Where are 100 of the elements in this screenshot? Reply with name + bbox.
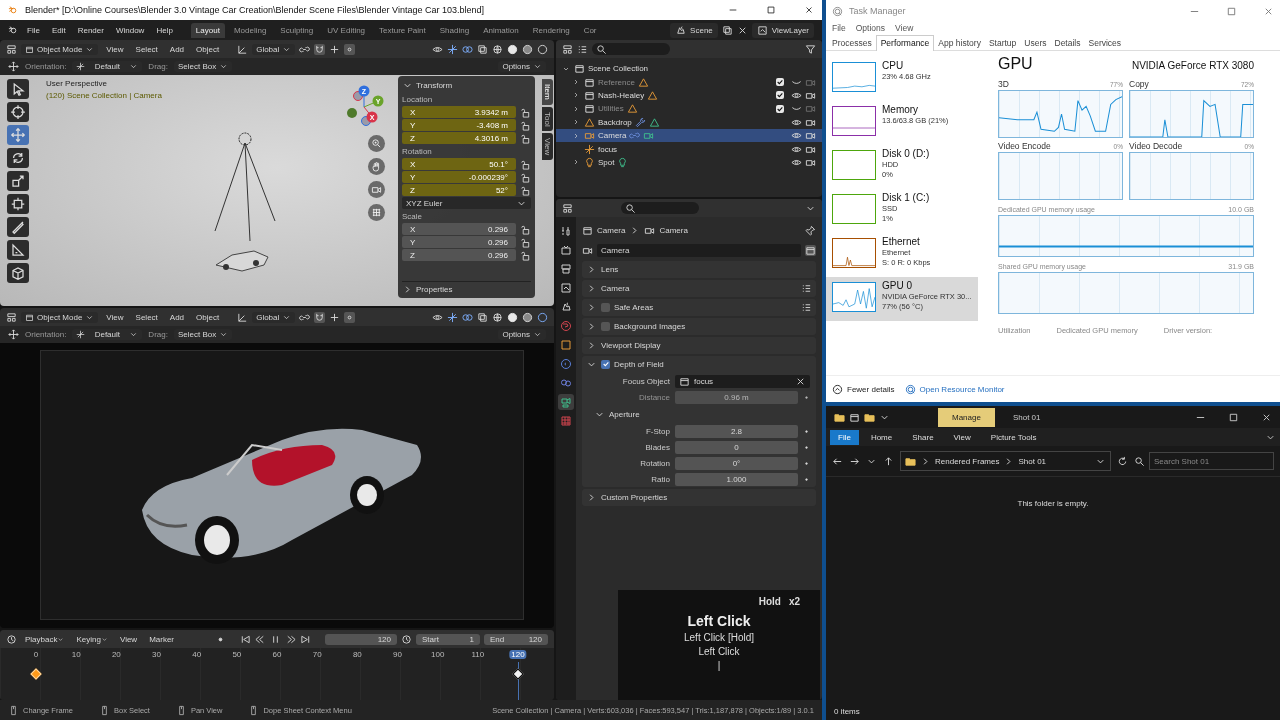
address-bar[interactable]: Rendered Frames Shot 01 [900, 451, 1111, 471]
outliner-row[interactable]: Scene Collection [556, 62, 822, 76]
material-shading-icon[interactable] [522, 311, 533, 323]
number-field[interactable]: X 0.296 [402, 223, 516, 235]
number-field[interactable]: 1.000 [675, 472, 798, 486]
snap-icon[interactable] [314, 43, 326, 55]
rotation-mode-dropdown[interactable]: XYZ Euler [402, 197, 531, 209]
panel-header[interactable]: Lens [582, 261, 816, 277]
exclude-checkbox[interactable] [776, 104, 784, 113]
ribbon-tab[interactable]: File [830, 429, 859, 445]
editor-type-icon[interactable] [6, 43, 17, 55]
pan-hand-icon[interactable] [368, 158, 385, 175]
pivot-icon[interactable] [329, 43, 341, 55]
camera-icon[interactable] [805, 130, 816, 142]
clock-icon[interactable] [6, 633, 17, 645]
folder-name[interactable]: Rendered Frames [935, 456, 1000, 466]
workspace-tab[interactable]: Modeling [228, 22, 272, 38]
outliner-row[interactable]: Camera [556, 128, 822, 143]
view-layer-selector[interactable]: ViewLayer [751, 22, 814, 38]
next-keyframe-icon[interactable] [285, 633, 296, 645]
workspace-tab[interactable]: Cor [578, 22, 602, 38]
scale-tool-icon[interactable] [7, 171, 29, 191]
number-field[interactable]: Z 4.3016 m [402, 132, 516, 144]
menu-item[interactable]: View [895, 22, 914, 34]
stopwatch-icon[interactable] [401, 633, 412, 645]
menu-item[interactable]: Add [165, 310, 189, 324]
menu-item[interactable]: Edit [47, 23, 70, 37]
workspace-tab[interactable]: Animation [478, 22, 524, 38]
editor-type-icon[interactable] [6, 311, 17, 323]
mode-dropdown[interactable]: Object Mode [21, 43, 99, 55]
menu-item[interactable]: File [832, 22, 846, 34]
workspace-tab[interactable]: Layout [190, 22, 225, 38]
previous-keyframe-icon[interactable] [255, 633, 266, 645]
solid-shading-icon[interactable] [507, 311, 518, 323]
ribbon-tab[interactable]: Share [904, 429, 942, 445]
ribbon-tab[interactable]: View [945, 429, 979, 445]
link-icon[interactable] [299, 311, 311, 323]
menu-item[interactable]: Options [855, 22, 885, 34]
jump-end-icon[interactable] [300, 633, 311, 645]
physics-tab-icon[interactable] [558, 356, 574, 372]
options-dropdown[interactable]: Options [498, 329, 546, 340]
lock-icon[interactable] [520, 119, 531, 131]
texture-tab-icon[interactable] [558, 413, 574, 429]
checkbox[interactable] [601, 321, 610, 331]
cursor-tool-icon[interactable] [7, 102, 29, 122]
lock-icon[interactable] [520, 171, 531, 183]
menu-item[interactable]: Add [165, 42, 189, 56]
measure-tool-icon[interactable] [7, 240, 29, 260]
orientation-dropdown[interactable]: Global [252, 311, 296, 323]
mode-dropdown[interactable]: Object Mode [21, 311, 99, 323]
annotate-tool-icon[interactable] [7, 217, 29, 237]
menu-item[interactable]: Object [192, 310, 224, 324]
lock-icon[interactable] [520, 249, 531, 261]
ribbon-tab[interactable]: Picture Tools [982, 429, 1045, 445]
pin-icon[interactable] [805, 224, 816, 236]
end-frame-field[interactable]: End 120 [484, 633, 548, 645]
panel-header[interactable]: Safe Areas [582, 299, 816, 315]
display-mode-icon[interactable] [577, 43, 588, 55]
rendered-shading-icon[interactable] [537, 43, 548, 55]
menu-item[interactable]: Playback [21, 632, 69, 646]
maximize-icon[interactable] [766, 5, 776, 15]
solid-shading-icon[interactable] [507, 43, 518, 55]
rendered-shading-icon[interactable] [537, 311, 548, 323]
number-field[interactable]: Y 0.296 [402, 236, 516, 248]
tab[interactable]: Details [1050, 36, 1085, 50]
exclude-checkbox[interactable] [776, 78, 784, 87]
refresh-icon[interactable] [1117, 455, 1128, 467]
exclude-checkbox[interactable] [776, 91, 784, 100]
wireframe-shading-icon[interactable] [492, 43, 503, 55]
panel-header[interactable]: Depth of Field [582, 356, 816, 372]
panel-header[interactable]: Viewport Display [582, 337, 816, 353]
tab[interactable]: Users [1020, 36, 1051, 50]
number-field[interactable]: 2.8 [675, 424, 798, 438]
menu-item[interactable]: Help [152, 23, 177, 37]
folder-icon[interactable] [864, 411, 875, 423]
number-field[interactable]: X 50.1° [402, 158, 516, 170]
grid-icon[interactable] [368, 204, 385, 221]
menu-item[interactable]: Render [73, 23, 108, 37]
menu-item[interactable]: Select [131, 310, 162, 324]
menu-item[interactable]: View [102, 310, 128, 324]
panel-header[interactable]: Transform [402, 78, 531, 92]
menu-item[interactable]: View [102, 42, 128, 56]
xray-icon[interactable] [477, 311, 488, 323]
close-icon[interactable] [804, 5, 814, 15]
number-field[interactable]: Y -3.408 m [402, 119, 516, 131]
zoom-icon[interactable] [368, 135, 385, 152]
proportional-icon[interactable] [344, 311, 356, 323]
output-tab-icon[interactable] [558, 261, 574, 277]
presets-icon[interactable] [801, 282, 812, 294]
workspace-tab[interactable]: UV Editing [322, 22, 371, 38]
panel-header[interactable]: Custom Properties [582, 489, 816, 505]
lock-icon[interactable] [520, 236, 531, 248]
scene-selector[interactable]: Scene [670, 22, 718, 38]
orientation-icon[interactable] [237, 311, 249, 323]
transform-tool-icon[interactable] [7, 194, 29, 214]
tab[interactable]: Services [1084, 36, 1126, 50]
tab[interactable]: App history [934, 36, 985, 50]
start-frame-field[interactable]: Start 1 [416, 633, 480, 645]
outliner-row[interactable]: Nash-Healey [556, 88, 822, 103]
filter-icon[interactable] [805, 43, 816, 55]
